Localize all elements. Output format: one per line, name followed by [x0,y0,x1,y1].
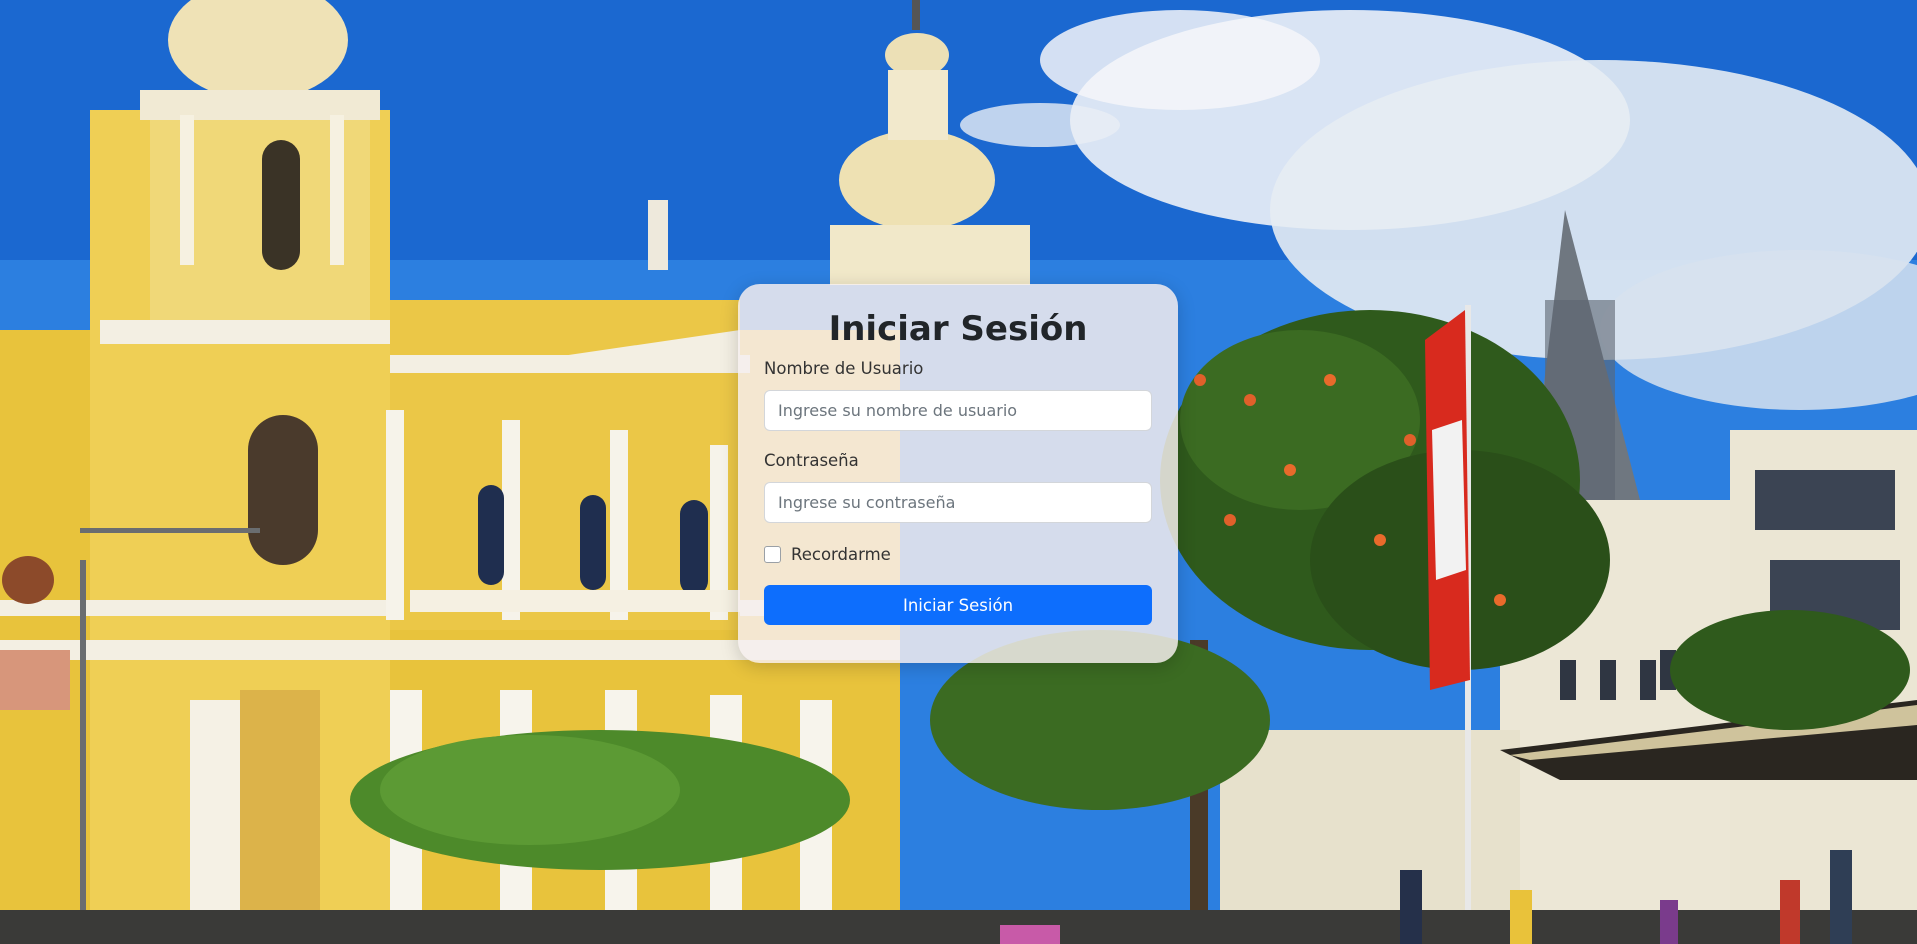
login-card: Iniciar Sesión Nombre de Usuario Contras… [738,284,1178,663]
login-title: Iniciar Sesión [828,309,1088,349]
remember-me-label[interactable]: Recordarme [791,545,891,564]
remember-me-checkbox[interactable] [764,546,781,564]
password-input[interactable] [764,482,1152,524]
password-group: Contraseña [764,451,1152,524]
remember-me-row: Recordarme [764,545,1152,564]
username-label: Nombre de Usuario [764,359,924,379]
username-group: Nombre de Usuario [764,359,1152,432]
username-input[interactable] [764,390,1152,432]
password-label: Contraseña [764,451,859,471]
login-button[interactable]: Iniciar Sesión [764,585,1152,626]
